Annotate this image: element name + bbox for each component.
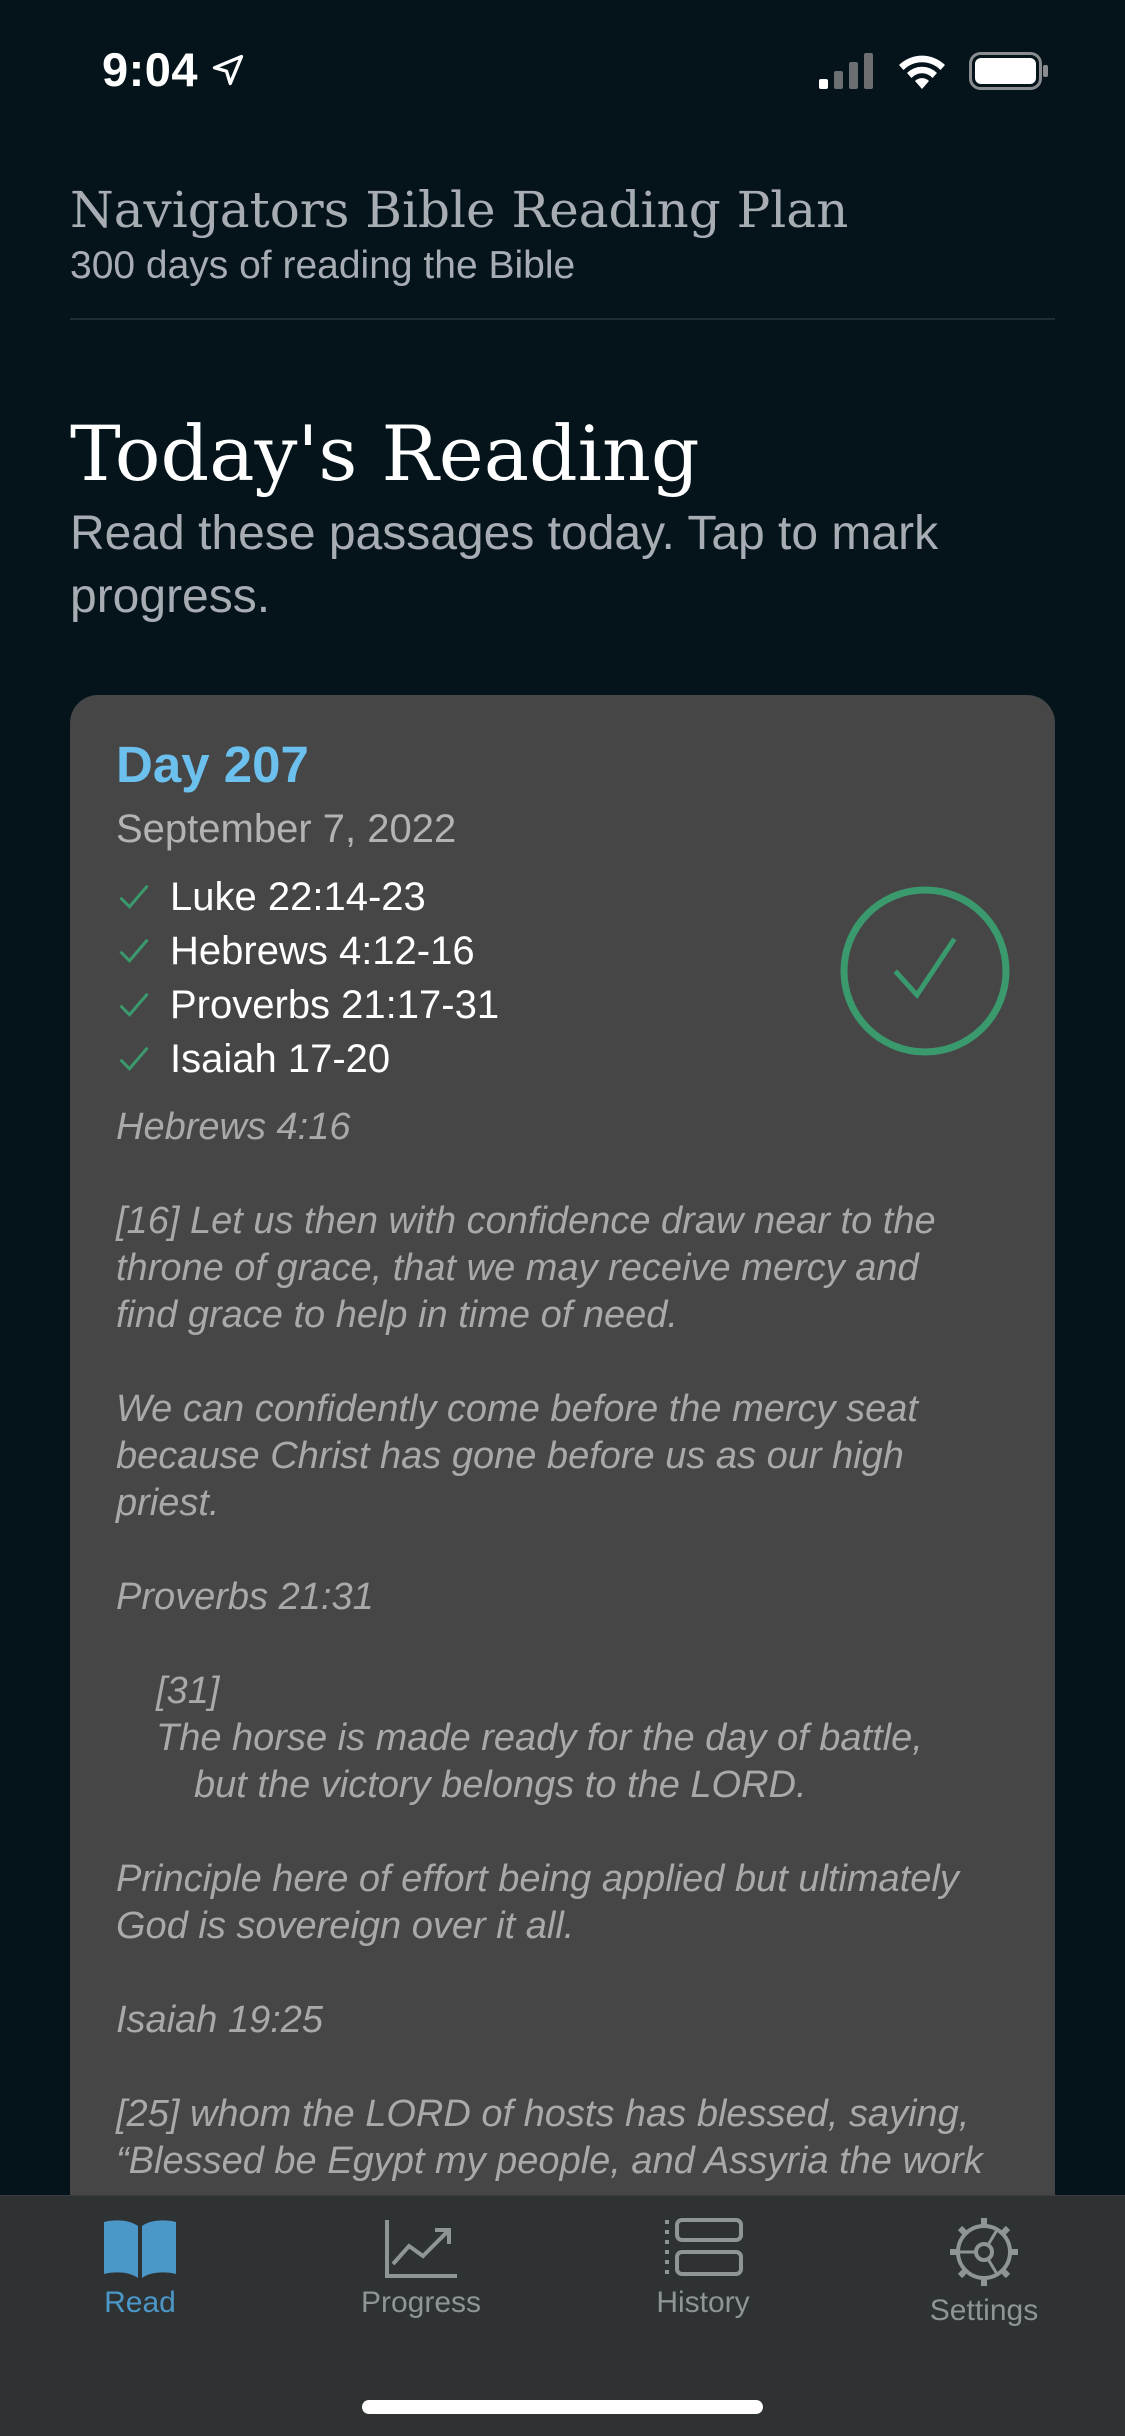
note-verse-line: find grace to help in time of need. — [116, 1294, 678, 1337]
tab-label: Progress — [360, 2286, 482, 2319]
gear-icon — [950, 2218, 1018, 2286]
passage-label: Isaiah 17-20 — [170, 1036, 391, 1081]
note-comment-line: Principle here of effort being applied b… — [116, 1858, 959, 1901]
passage-label: Luke 22:14-23 — [170, 874, 426, 919]
note-verse-line: “Blessed be Egypt my people, and Assyria… — [116, 2140, 983, 2183]
app-subtitle: 300 days of reading the Bible — [70, 244, 576, 287]
app-header: Navigators Bible Reading Plan 300 days o… — [70, 180, 1055, 320]
note-reference: Proverbs 21:31 — [116, 1576, 374, 1619]
note-reference: Hebrews 4:16 — [116, 1106, 351, 1149]
note-verse-line: but the victory belongs to the LORD. — [194, 1764, 807, 1807]
checkmark-icon — [119, 884, 149, 910]
day-complete-check-icon[interactable] — [839, 885, 1011, 1057]
note-comment-line: because Christ has gone before us as our… — [116, 1435, 904, 1478]
note-comment-line: We can confidently come before the mercy… — [116, 1388, 918, 1431]
tab-progress[interactable]: Progress — [321, 2196, 521, 2366]
note-verse-number: [31] — [156, 1670, 220, 1713]
checkmark-icon — [119, 938, 149, 964]
passage-label: Proverbs 21:17-31 — [170, 982, 500, 1027]
note-reference: Isaiah 19:25 — [116, 1999, 324, 2042]
tab-label: Read — [104, 2286, 176, 2319]
list-icon — [665, 2218, 743, 2276]
reading-notes: Hebrews 4:16 [16] Let us then with confi… — [116, 1104, 1009, 2185]
location-arrow-icon — [212, 54, 244, 85]
wifi-icon — [899, 55, 945, 89]
tab-settings[interactable]: Settings — [884, 2196, 1084, 2366]
battery-icon — [969, 52, 1048, 90]
status-time: 9:04 — [102, 42, 246, 97]
note-comment-line: God is sovereign over it all. — [116, 1905, 575, 1948]
status-bar: 9:04 — [0, 0, 1125, 140]
cellular-signal-icon — [819, 53, 873, 89]
note-verse-line: The horse is made ready for the day of b… — [156, 1717, 923, 1760]
app-title: Navigators Bible Reading Plan — [70, 181, 849, 239]
home-indicator[interactable] — [362, 2400, 763, 2414]
reading-card[interactable]: Day 207 September 7, 2022 Luke 22:14-23 … — [70, 695, 1055, 2436]
tab-read[interactable]: Read — [40, 2196, 240, 2366]
tab-bar: Read Progress History Settings — [0, 2195, 1125, 2436]
note-comment-line: priest. — [116, 1482, 220, 1525]
page-description: Read these passages today. Tap to mark p… — [70, 507, 939, 623]
tab-label: History — [656, 2286, 750, 2319]
passage-label: Hebrews 4:12-16 — [170, 928, 475, 973]
note-verse-line: throne of grace, that we may receive mer… — [116, 1247, 919, 1290]
checkmark-icon — [119, 1046, 149, 1072]
tab-history[interactable]: History — [603, 2196, 803, 2366]
note-verse-line: [16] Let us then with confidence draw ne… — [116, 1200, 936, 1243]
todays-reading-section: Today's Reading Read these passages toda… — [70, 410, 1055, 628]
chart-line-icon — [385, 2220, 457, 2278]
checkmark-icon — [119, 992, 149, 1018]
status-time-text: 9:04 — [102, 43, 199, 96]
book-icon — [104, 2220, 176, 2278]
note-verse-line: [25] whom the LORD of hosts has blessed,… — [116, 2093, 970, 2136]
status-icons — [819, 52, 1049, 90]
page-title: Today's Reading — [70, 409, 700, 498]
day-label: Day 207 — [116, 736, 309, 793]
tab-label: Settings — [929, 2294, 1039, 2327]
day-date: September 7, 2022 — [116, 807, 457, 852]
